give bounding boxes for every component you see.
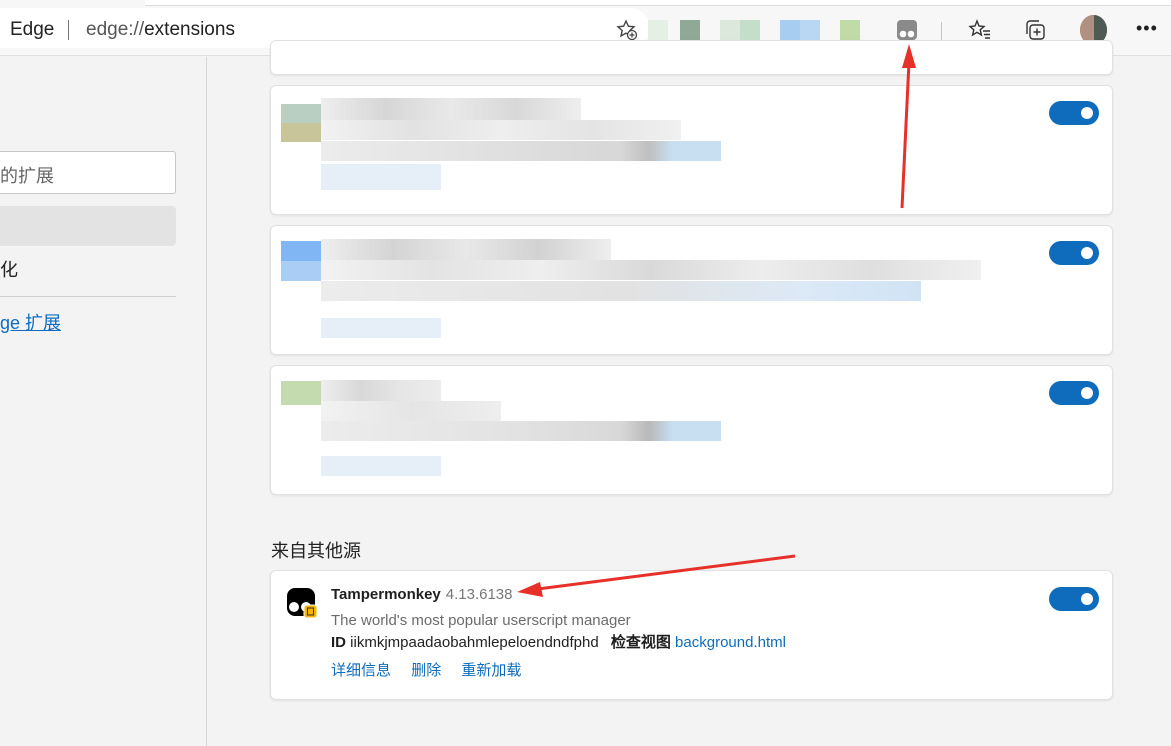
extension-icon-blurred	[281, 104, 321, 142]
collections-icon[interactable]	[1023, 18, 1047, 42]
search-extensions-input[interactable]: 的扩展	[0, 151, 176, 194]
more-options-icon[interactable]: •••	[1136, 18, 1158, 39]
extension-name-blurred	[321, 98, 581, 120]
favorites-icon[interactable]	[968, 18, 992, 42]
sidebar-store-link[interactable]: ge 扩展	[0, 309, 61, 335]
extension-id-blurred	[321, 421, 721, 441]
extension-description-blurred	[321, 260, 981, 280]
extension-card	[270, 225, 1113, 355]
extension-toggle[interactable]	[1049, 381, 1099, 405]
extension-version: 4.13.6138	[445, 586, 513, 603]
sidebar-divider	[0, 296, 176, 297]
extension-actions-blurred	[321, 164, 441, 190]
extension-actions-blurred	[321, 456, 441, 476]
sidebar-item-label[interactable]: 化	[0, 256, 18, 282]
section-title-other-sources: 来自其他源	[271, 541, 361, 561]
extension-toggle[interactable]	[1049, 241, 1099, 265]
url-prefix: edge://	[86, 19, 145, 40]
extension-description: The world's most popular userscript mana…	[331, 612, 631, 629]
extension-icon-4[interactable]	[780, 20, 820, 40]
extension-icon-blurred	[281, 381, 321, 405]
extension-name-text: Tampermonkey	[331, 586, 441, 603]
extension-id-blurred	[321, 281, 921, 301]
tampermonkey-toolbar-icon[interactable]	[895, 18, 919, 42]
extension-card	[270, 85, 1113, 215]
reload-link[interactable]: 重新加载	[461, 662, 521, 679]
extension-id-row: ID iikmkjmpaadaobahmlepeloendndfphd 检查视图…	[331, 631, 786, 652]
id-value: iikmkjmpaadaobahmlepeloendndfphd	[350, 634, 599, 651]
extension-card	[270, 365, 1113, 495]
extension-icon-1[interactable]	[648, 20, 668, 40]
extension-icon-3[interactable]	[720, 20, 760, 40]
extension-toggle[interactable]	[1049, 587, 1099, 611]
extension-id-blurred	[321, 141, 721, 161]
extension-actions: 详细信息 删除 重新加载	[331, 659, 537, 680]
sidebar: 的扩展 化 ge 扩展	[0, 57, 207, 746]
extension-description-blurred	[321, 120, 681, 140]
tampermonkey-card: Tampermonkey 4.13.6138 The world's most p…	[270, 570, 1113, 700]
tab-strip-edge	[145, 0, 1171, 6]
remove-link[interactable]: 删除	[411, 662, 441, 679]
extension-toggle[interactable]	[1049, 101, 1099, 125]
extension-name-blurred	[321, 380, 441, 402]
extension-icon-2[interactable]	[680, 20, 700, 40]
extension-name-blurred	[321, 239, 611, 261]
extension-icon-5[interactable]	[840, 20, 860, 40]
url-path: extensions	[144, 19, 235, 40]
sidebar-item-installed[interactable]	[0, 206, 176, 246]
browser-brand: Edge	[10, 19, 55, 40]
address-divider	[68, 20, 69, 40]
id-label: ID	[331, 634, 346, 651]
extension-icon-blurred	[281, 241, 321, 281]
address-url[interactable]: edge://extensions	[86, 19, 235, 41]
inspect-views-label: 检查视图	[610, 634, 671, 651]
add-favorite-icon[interactable]	[616, 19, 638, 41]
details-link[interactable]: 详细信息	[331, 662, 391, 679]
background-page-link[interactable]: background.html	[675, 634, 786, 651]
extension-name: Tampermonkey 4.13.6138	[331, 586, 513, 603]
extension-actions-blurred	[321, 318, 441, 338]
tampermonkey-icon	[287, 588, 318, 619]
toolbar-divider	[941, 22, 942, 40]
extension-description-blurred	[321, 401, 501, 421]
extension-card-partial	[270, 40, 1113, 75]
search-placeholder: 的扩展	[0, 166, 54, 186]
